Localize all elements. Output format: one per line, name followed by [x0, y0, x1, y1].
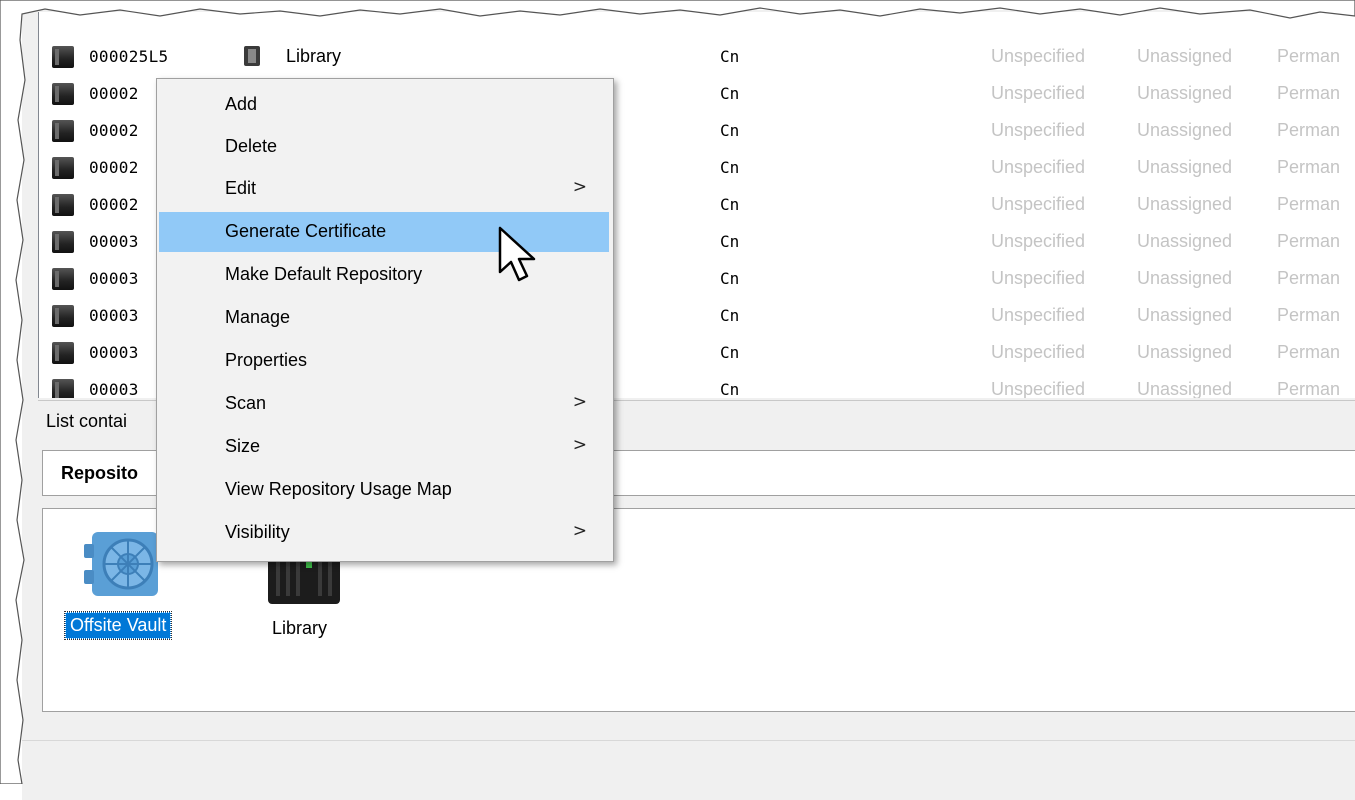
assignment-cell: Unassigned	[1137, 83, 1233, 103]
chevron-right-icon: >	[572, 435, 587, 455]
assignment-cell: Unassigned	[1137, 342, 1233, 362]
retention-cell: Perman	[1277, 379, 1341, 398]
location-cell: Unspecified	[991, 83, 1086, 103]
assignment-cell: Unassigned	[1137, 120, 1233, 140]
media-type: Cn	[720, 232, 740, 251]
media-type: Cn	[720, 121, 740, 140]
menu-item-generate-certificate[interactable]: Generate Certificate	[159, 212, 609, 252]
location-cell: Unspecified	[991, 46, 1086, 66]
media-id: 00003	[89, 269, 139, 288]
media-cartridge-icon	[52, 194, 74, 216]
location-cell: Unspecified	[991, 231, 1086, 251]
location-cell: Unspecified	[991, 342, 1086, 362]
chevron-right-icon: >	[572, 177, 587, 197]
library-name: Library	[286, 46, 342, 66]
menu-item-label: Properties	[225, 350, 308, 370]
menu-item-label: Generate Certificate	[225, 221, 387, 241]
menu-item-view-repository-usage-map[interactable]: View Repository Usage Map	[159, 470, 609, 510]
retention-cell: Perman	[1277, 157, 1341, 177]
repositories-header-label: Reposito	[61, 463, 139, 483]
menu-item-visibility[interactable]: Visibility >	[159, 513, 609, 553]
menu-item-add[interactable]: Add	[159, 85, 609, 125]
assignment-cell: Unassigned	[1137, 231, 1233, 251]
menu-item-edit[interactable]: Edit >	[159, 169, 609, 209]
menu-item-make-default-repository[interactable]: Make Default Repository	[159, 255, 609, 295]
menu-item-label: Scan	[225, 393, 267, 413]
repository-library[interactable]: Library	[272, 618, 327, 639]
media-type: Cn	[720, 84, 740, 103]
media-cartridge-icon	[52, 379, 74, 398]
retention-cell: Perman	[1277, 305, 1341, 325]
assignment-cell: Unassigned	[1137, 46, 1233, 66]
media-type: Cn	[720, 380, 740, 398]
location-cell: Unspecified	[991, 194, 1086, 214]
media-type: Cn	[720, 47, 740, 66]
menu-item-properties[interactable]: Properties	[159, 341, 609, 381]
retention-cell: Perman	[1277, 83, 1341, 103]
menu-item-manage[interactable]: Manage	[159, 298, 609, 338]
retention-cell: Perman	[1277, 342, 1341, 362]
menu-item-label: View Repository Usage Map	[225, 479, 452, 499]
menu-item-scan[interactable]: Scan >	[159, 384, 609, 424]
media-id: 00003	[89, 343, 139, 362]
assignment-cell: Unassigned	[1137, 305, 1233, 325]
retention-cell: Perman	[1277, 194, 1341, 214]
location-cell: Unspecified	[991, 120, 1086, 140]
assignment-cell: Unassigned	[1137, 268, 1233, 288]
assignment-cell: Unassigned	[1137, 379, 1233, 398]
media-id: 00002	[89, 84, 139, 103]
media-cartridge-icon	[52, 268, 74, 290]
media-type: Cn	[720, 343, 740, 362]
media-cartridge-icon	[52, 157, 74, 179]
media-cartridge-icon	[52, 305, 74, 327]
chevron-right-icon: >	[572, 521, 587, 541]
bottom-panel	[22, 740, 1355, 785]
media-cartridge-icon	[52, 231, 74, 253]
media-id: 00003	[89, 306, 139, 325]
library-small-icon	[244, 46, 260, 66]
menu-item-label: Make Default Repository	[225, 264, 423, 284]
media-id: 00002	[89, 121, 139, 140]
media-id: 00002	[89, 195, 139, 214]
retention-cell: Perman	[1277, 231, 1341, 251]
assignment-cell: Unassigned	[1137, 157, 1233, 177]
media-type: Cn	[720, 158, 740, 177]
menu-item-label: Delete	[225, 136, 278, 156]
media-id: 00002	[89, 158, 139, 177]
media-id: 00003	[89, 380, 139, 398]
retention-cell: Perman	[1277, 120, 1341, 140]
media-type: Cn	[720, 195, 740, 214]
media-cartridge-icon	[52, 83, 74, 105]
table-row[interactable]: 000025L5 Library Cn Unspecified Unassign…	[39, 38, 1355, 75]
status-text: List contai	[46, 411, 128, 431]
media-id: 000025L5	[89, 47, 169, 66]
menu-item-size[interactable]: Size >	[159, 427, 609, 467]
media-type: Cn	[720, 269, 740, 288]
context-menu[interactable]: Add Delete Edit > Generate Certificate M…	[156, 78, 614, 562]
media-id: 00003	[89, 232, 139, 251]
location-cell: Unspecified	[991, 157, 1086, 177]
menu-item-label: Visibility	[225, 522, 290, 542]
retention-cell: Perman	[1277, 268, 1341, 288]
menu-item-label: Edit	[225, 178, 257, 198]
chevron-right-icon: >	[572, 392, 587, 412]
media-cartridge-icon	[52, 46, 74, 68]
assignment-cell: Unassigned	[1137, 194, 1233, 214]
media-cartridge-icon	[52, 120, 74, 142]
location-cell: Unspecified	[991, 305, 1086, 325]
menu-item-label: Manage	[225, 307, 291, 327]
retention-cell: Perman	[1277, 46, 1341, 66]
menu-item-label: Size	[225, 436, 261, 456]
media-cartridge-icon	[52, 342, 74, 364]
menu-item-label: Add	[225, 94, 258, 114]
location-cell: Unspecified	[991, 379, 1086, 398]
media-type: Cn	[720, 306, 740, 325]
location-cell: Unspecified	[991, 268, 1086, 288]
mouse-cursor-icon	[498, 226, 536, 282]
repository-offsite-vault[interactable]: Offsite Vault	[63, 611, 173, 640]
menu-item-delete[interactable]: Delete	[159, 127, 609, 167]
